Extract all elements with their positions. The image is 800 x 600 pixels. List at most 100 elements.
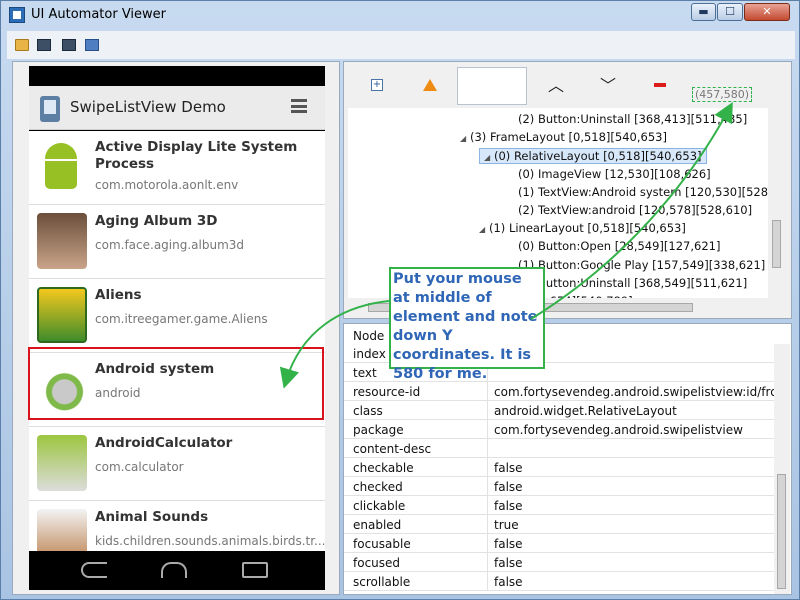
- property-row[interactable]: class android.widget.RelativeLayout: [344, 401, 774, 420]
- property-row[interactable]: focusable false: [344, 534, 774, 553]
- app-list-item[interactable]: Active Display Lite System Process com.mo…: [29, 131, 325, 205]
- property-row[interactable]: package com.fortysevendeg.android.swipeli…: [344, 420, 774, 439]
- home-icon[interactable]: [161, 562, 187, 578]
- tree-node[interactable]: (0) Button:Open [28,549][127,621]: [518, 239, 720, 253]
- device-screenshot-compressed-icon[interactable]: [62, 39, 76, 51]
- property-key: text: [353, 366, 377, 380]
- tree-node[interactable]: (2) Button:Uninstall [368,549][511,621]: [518, 276, 747, 290]
- tree-vertical-scrollbar[interactable]: [769, 108, 785, 298]
- toolbar: [7, 31, 795, 59]
- expand-all-icon[interactable]: +: [371, 79, 383, 91]
- app-list-item[interactable]: Animal Sounds kids.children.sounds.animal…: [29, 501, 325, 551]
- property-row[interactable]: focused false: [344, 553, 774, 572]
- phone-screen: SwipeListView Demo Active Display Lite S…: [29, 66, 325, 590]
- app-list-item[interactable]: AndroidCalculator com.calculator: [29, 427, 325, 501]
- remove-icon[interactable]: [654, 83, 666, 87]
- tree-node[interactable]: ◢ (3) FrameLayout [0,518][540,653]: [460, 130, 667, 144]
- app-package: com.calculator: [95, 460, 184, 474]
- property-key: package: [353, 423, 404, 437]
- callout-text: Put your mouse at middle of element and …: [393, 271, 538, 382]
- app-list: Active Display Lite System Process com.mo…: [29, 131, 325, 551]
- maximize-button[interactable]: ☐: [717, 3, 743, 21]
- tree-node-label: (1) Button:Google Play [157,549][338,621…: [518, 257, 766, 272]
- tree-node-selected[interactable]: ◢ (0) RelativeLayout [0,518][540,653]: [479, 148, 707, 165]
- scrollbar-thumb[interactable]: [777, 474, 786, 589]
- app-name: Aliens: [95, 287, 142, 303]
- app-window: UI Automator Viewer ▬ ☐ ✕ SwipeListView …: [0, 0, 800, 600]
- open-folder-icon[interactable]: [15, 39, 29, 51]
- property-value: true: [494, 518, 519, 532]
- app-name: Active Display Lite System Process: [95, 139, 298, 172]
- tree-expander-icon[interactable]: ◢: [479, 225, 489, 234]
- app-name: Aging Album 3D: [95, 213, 218, 229]
- property-row[interactable]: checked false: [344, 477, 774, 496]
- property-key: content-desc: [353, 442, 432, 456]
- property-row[interactable]: content-desc: [344, 439, 774, 458]
- tree-node[interactable]: (2) Button:Uninstall [368,413][511,485]: [518, 112, 747, 126]
- properties-vertical-scrollbar[interactable]: [774, 344, 790, 594]
- tree-expander-icon[interactable]: ◢: [460, 134, 470, 143]
- coordinate-field[interactable]: [457, 67, 527, 105]
- chevron-up-icon[interactable]: ︿: [548, 72, 564, 96]
- annotation-callout: Put your mouse at middle of element and …: [389, 267, 545, 382]
- face-photo-icon: [37, 213, 87, 269]
- property-row[interactable]: enabled true: [344, 515, 774, 534]
- aliens-game-icon: [37, 287, 87, 343]
- tree-node-label: (2) TextView:android [120,578][528,610]: [518, 203, 753, 217]
- device-screenshot-panel: SwipeListView Demo Active Display Lite S…: [12, 61, 340, 595]
- property-value: false: [494, 575, 523, 589]
- property-value: false: [494, 461, 523, 475]
- device-screenshot-icon[interactable]: [37, 39, 51, 51]
- app-name: Animal Sounds: [95, 509, 209, 525]
- property-row[interactable]: scrollable false: [344, 572, 774, 591]
- back-icon[interactable]: [81, 562, 107, 578]
- action-bar: SwipeListView Demo: [29, 86, 325, 130]
- app-list-item[interactable]: Aging Album 3D com.face.aging.album3d: [29, 205, 325, 279]
- property-value: android.widget.RelativeLayout: [494, 404, 677, 418]
- tree-node[interactable]: ◢ (1) LinearLayout [0,518][540,653]: [479, 221, 686, 235]
- app-logo-icon: [40, 96, 60, 122]
- tree-node-label: (1) TextView:Android system [120,530][52…: [518, 184, 768, 199]
- property-row[interactable]: clickable false: [344, 496, 774, 515]
- calculator-icon: [37, 435, 87, 491]
- menu-icon[interactable]: [291, 99, 307, 113]
- tree-node[interactable]: (2) TextView:android [120,578][528,610]: [518, 203, 752, 217]
- property-row[interactable]: checkable false: [344, 458, 774, 477]
- property-key: checked: [353, 480, 403, 494]
- navigation-bar: [29, 551, 325, 590]
- close-button[interactable]: ✕: [744, 3, 790, 21]
- app-package: com.motorola.aonlt.env: [95, 178, 239, 192]
- tree-node-label: (1) LinearLayout [0,518][540,653]: [489, 221, 686, 236]
- tree-node-label: (0) RelativeLayout [0,518][540,653]: [494, 149, 702, 164]
- save-icon[interactable]: [85, 39, 99, 51]
- recent-apps-icon[interactable]: [242, 562, 268, 578]
- chevron-down-icon[interactable]: ﹀: [600, 72, 616, 96]
- property-value: com.fortysevendeg.android.swipelistview: [494, 423, 743, 437]
- property-row[interactable]: resource-id com.fortysevendeg.android.swi…: [344, 382, 790, 401]
- tree-node-label: (0) Button:Open [28,549][127,621]: [518, 239, 721, 254]
- app-package: com.itreegamer.game.Aliens: [95, 312, 268, 326]
- property-key: index: [353, 347, 386, 361]
- tree-expander-icon[interactable]: ◢: [484, 153, 494, 162]
- property-key: clickable: [353, 499, 406, 513]
- warning-icon[interactable]: [423, 79, 437, 91]
- app-icon: [9, 7, 25, 23]
- selected-element-highlight: [28, 347, 324, 420]
- window-title: UI Automator Viewer: [31, 7, 167, 22]
- tree-node-label: (3) FrameLayout [0,518][540,653]: [470, 130, 667, 145]
- tree-node[interactable]: (1) Button:Google Play [157,549][338,621…: [518, 258, 765, 272]
- tree-node[interactable]: (0) ImageView [12,530][108,626]: [518, 167, 711, 181]
- minimize-button[interactable]: ▬: [691, 3, 716, 21]
- property-key: scrollable: [353, 575, 411, 589]
- property-value: com.fortysevendeg.android.swipelistview:…: [494, 385, 790, 399]
- app-title: SwipeListView Demo: [70, 98, 226, 116]
- status-bar: [29, 66, 325, 86]
- property-value: false: [494, 537, 523, 551]
- property-key: enabled: [353, 518, 402, 532]
- property-key: resource-id: [353, 385, 421, 399]
- scrollbar-thumb[interactable]: [772, 220, 781, 268]
- app-list-item[interactable]: Aliens com.itreegamer.game.Aliens: [29, 279, 325, 353]
- android-robot-icon: [37, 139, 87, 195]
- property-key: focused: [353, 556, 401, 570]
- tree-node[interactable]: (1) TextView:Android system [120,530][52…: [518, 185, 768, 199]
